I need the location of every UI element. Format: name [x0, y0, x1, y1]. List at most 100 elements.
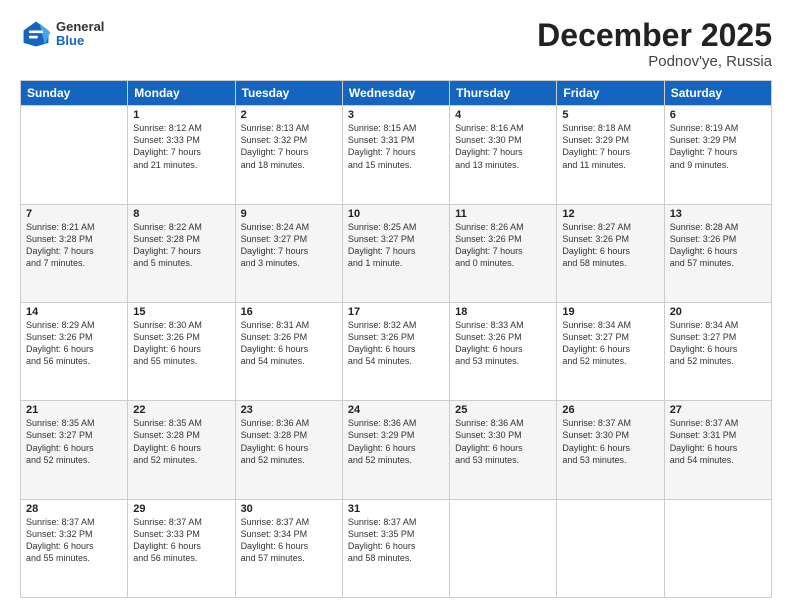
day-number: 20	[670, 306, 766, 318]
day-number: 6	[670, 109, 766, 121]
logo: General Blue	[20, 18, 104, 50]
calendar-week-row: 1Sunrise: 8:12 AMSunset: 3:33 PMDaylight…	[21, 106, 772, 204]
day-number: 19	[562, 306, 658, 318]
page: General Blue December 2025 Podnov'ye, Ru…	[0, 0, 792, 612]
calendar-header-row: Sunday Monday Tuesday Wednesday Thursday…	[21, 81, 772, 106]
day-number: 18	[455, 306, 551, 318]
table-row: 21Sunrise: 8:35 AMSunset: 3:27 PMDayligh…	[21, 401, 128, 499]
day-info: Sunrise: 8:37 AMSunset: 3:31 PMDaylight:…	[670, 417, 766, 466]
day-number: 12	[562, 208, 658, 220]
table-row: 5Sunrise: 8:18 AMSunset: 3:29 PMDaylight…	[557, 106, 664, 204]
day-number: 1	[133, 109, 229, 121]
calendar-week-row: 14Sunrise: 8:29 AMSunset: 3:26 PMDayligh…	[21, 302, 772, 400]
day-info: Sunrise: 8:27 AMSunset: 3:26 PMDaylight:…	[562, 221, 658, 270]
table-row: 25Sunrise: 8:36 AMSunset: 3:30 PMDayligh…	[450, 401, 557, 499]
day-number: 16	[241, 306, 337, 318]
table-row: 30Sunrise: 8:37 AMSunset: 3:34 PMDayligh…	[235, 499, 342, 597]
day-info: Sunrise: 8:31 AMSunset: 3:26 PMDaylight:…	[241, 319, 337, 368]
day-info: Sunrise: 8:37 AMSunset: 3:33 PMDaylight:…	[133, 516, 229, 565]
table-row: 15Sunrise: 8:30 AMSunset: 3:26 PMDayligh…	[128, 302, 235, 400]
day-number: 8	[133, 208, 229, 220]
table-row: 24Sunrise: 8:36 AMSunset: 3:29 PMDayligh…	[342, 401, 449, 499]
table-row: 20Sunrise: 8:34 AMSunset: 3:27 PMDayligh…	[664, 302, 771, 400]
day-number: 25	[455, 404, 551, 416]
day-number: 15	[133, 306, 229, 318]
table-row: 17Sunrise: 8:32 AMSunset: 3:26 PMDayligh…	[342, 302, 449, 400]
col-tuesday: Tuesday	[235, 81, 342, 106]
day-info: Sunrise: 8:33 AMSunset: 3:26 PMDaylight:…	[455, 319, 551, 368]
logo-general: General	[56, 20, 104, 34]
day-number: 24	[348, 404, 444, 416]
day-info: Sunrise: 8:18 AMSunset: 3:29 PMDaylight:…	[562, 122, 658, 171]
day-info: Sunrise: 8:26 AMSunset: 3:26 PMDaylight:…	[455, 221, 551, 270]
table-row: 16Sunrise: 8:31 AMSunset: 3:26 PMDayligh…	[235, 302, 342, 400]
day-number: 11	[455, 208, 551, 220]
table-row: 11Sunrise: 8:26 AMSunset: 3:26 PMDayligh…	[450, 204, 557, 302]
day-info: Sunrise: 8:15 AMSunset: 3:31 PMDaylight:…	[348, 122, 444, 171]
day-info: Sunrise: 8:36 AMSunset: 3:28 PMDaylight:…	[241, 417, 337, 466]
subtitle: Podnov'ye, Russia	[537, 53, 772, 70]
table-row: 6Sunrise: 8:19 AMSunset: 3:29 PMDaylight…	[664, 106, 771, 204]
table-row: 8Sunrise: 8:22 AMSunset: 3:28 PMDaylight…	[128, 204, 235, 302]
logo-blue: Blue	[56, 34, 104, 48]
col-friday: Friday	[557, 81, 664, 106]
table-row: 4Sunrise: 8:16 AMSunset: 3:30 PMDaylight…	[450, 106, 557, 204]
day-info: Sunrise: 8:37 AMSunset: 3:34 PMDaylight:…	[241, 516, 337, 565]
table-row: 7Sunrise: 8:21 AMSunset: 3:28 PMDaylight…	[21, 204, 128, 302]
day-info: Sunrise: 8:24 AMSunset: 3:27 PMDaylight:…	[241, 221, 337, 270]
day-info: Sunrise: 8:36 AMSunset: 3:29 PMDaylight:…	[348, 417, 444, 466]
main-title: December 2025	[537, 18, 772, 53]
day-number: 10	[348, 208, 444, 220]
day-number: 30	[241, 503, 337, 515]
day-info: Sunrise: 8:32 AMSunset: 3:26 PMDaylight:…	[348, 319, 444, 368]
table-row: 19Sunrise: 8:34 AMSunset: 3:27 PMDayligh…	[557, 302, 664, 400]
day-info: Sunrise: 8:35 AMSunset: 3:27 PMDaylight:…	[26, 417, 122, 466]
day-number: 7	[26, 208, 122, 220]
day-number: 9	[241, 208, 337, 220]
table-row: 2Sunrise: 8:13 AMSunset: 3:32 PMDaylight…	[235, 106, 342, 204]
table-row	[664, 499, 771, 597]
col-monday: Monday	[128, 81, 235, 106]
calendar-week-row: 28Sunrise: 8:37 AMSunset: 3:32 PMDayligh…	[21, 499, 772, 597]
day-info: Sunrise: 8:16 AMSunset: 3:30 PMDaylight:…	[455, 122, 551, 171]
table-row: 12Sunrise: 8:27 AMSunset: 3:26 PMDayligh…	[557, 204, 664, 302]
table-row: 1Sunrise: 8:12 AMSunset: 3:33 PMDaylight…	[128, 106, 235, 204]
day-info: Sunrise: 8:30 AMSunset: 3:26 PMDaylight:…	[133, 319, 229, 368]
day-info: Sunrise: 8:12 AMSunset: 3:33 PMDaylight:…	[133, 122, 229, 171]
logo-text: General Blue	[56, 20, 104, 49]
day-number: 23	[241, 404, 337, 416]
table-row: 23Sunrise: 8:36 AMSunset: 3:28 PMDayligh…	[235, 401, 342, 499]
day-info: Sunrise: 8:36 AMSunset: 3:30 PMDaylight:…	[455, 417, 551, 466]
calendar-week-row: 7Sunrise: 8:21 AMSunset: 3:28 PMDaylight…	[21, 204, 772, 302]
table-row: 26Sunrise: 8:37 AMSunset: 3:30 PMDayligh…	[557, 401, 664, 499]
day-number: 5	[562, 109, 658, 121]
col-sunday: Sunday	[21, 81, 128, 106]
day-number: 3	[348, 109, 444, 121]
day-number: 28	[26, 503, 122, 515]
table-row	[450, 499, 557, 597]
day-number: 2	[241, 109, 337, 121]
day-number: 31	[348, 503, 444, 515]
day-info: Sunrise: 8:22 AMSunset: 3:28 PMDaylight:…	[133, 221, 229, 270]
day-info: Sunrise: 8:37 AMSunset: 3:35 PMDaylight:…	[348, 516, 444, 565]
day-info: Sunrise: 8:25 AMSunset: 3:27 PMDaylight:…	[348, 221, 444, 270]
calendar-week-row: 21Sunrise: 8:35 AMSunset: 3:27 PMDayligh…	[21, 401, 772, 499]
day-info: Sunrise: 8:37 AMSunset: 3:30 PMDaylight:…	[562, 417, 658, 466]
day-number: 4	[455, 109, 551, 121]
col-wednesday: Wednesday	[342, 81, 449, 106]
day-number: 14	[26, 306, 122, 318]
day-number: 26	[562, 404, 658, 416]
day-info: Sunrise: 8:34 AMSunset: 3:27 PMDaylight:…	[670, 319, 766, 368]
day-number: 17	[348, 306, 444, 318]
day-info: Sunrise: 8:13 AMSunset: 3:32 PMDaylight:…	[241, 122, 337, 171]
calendar-table: Sunday Monday Tuesday Wednesday Thursday…	[20, 80, 772, 598]
col-saturday: Saturday	[664, 81, 771, 106]
logo-icon	[20, 18, 52, 50]
table-row	[557, 499, 664, 597]
day-info: Sunrise: 8:34 AMSunset: 3:27 PMDaylight:…	[562, 319, 658, 368]
day-info: Sunrise: 8:21 AMSunset: 3:28 PMDaylight:…	[26, 221, 122, 270]
table-row: 27Sunrise: 8:37 AMSunset: 3:31 PMDayligh…	[664, 401, 771, 499]
table-row: 13Sunrise: 8:28 AMSunset: 3:26 PMDayligh…	[664, 204, 771, 302]
table-row: 29Sunrise: 8:37 AMSunset: 3:33 PMDayligh…	[128, 499, 235, 597]
table-row: 31Sunrise: 8:37 AMSunset: 3:35 PMDayligh…	[342, 499, 449, 597]
